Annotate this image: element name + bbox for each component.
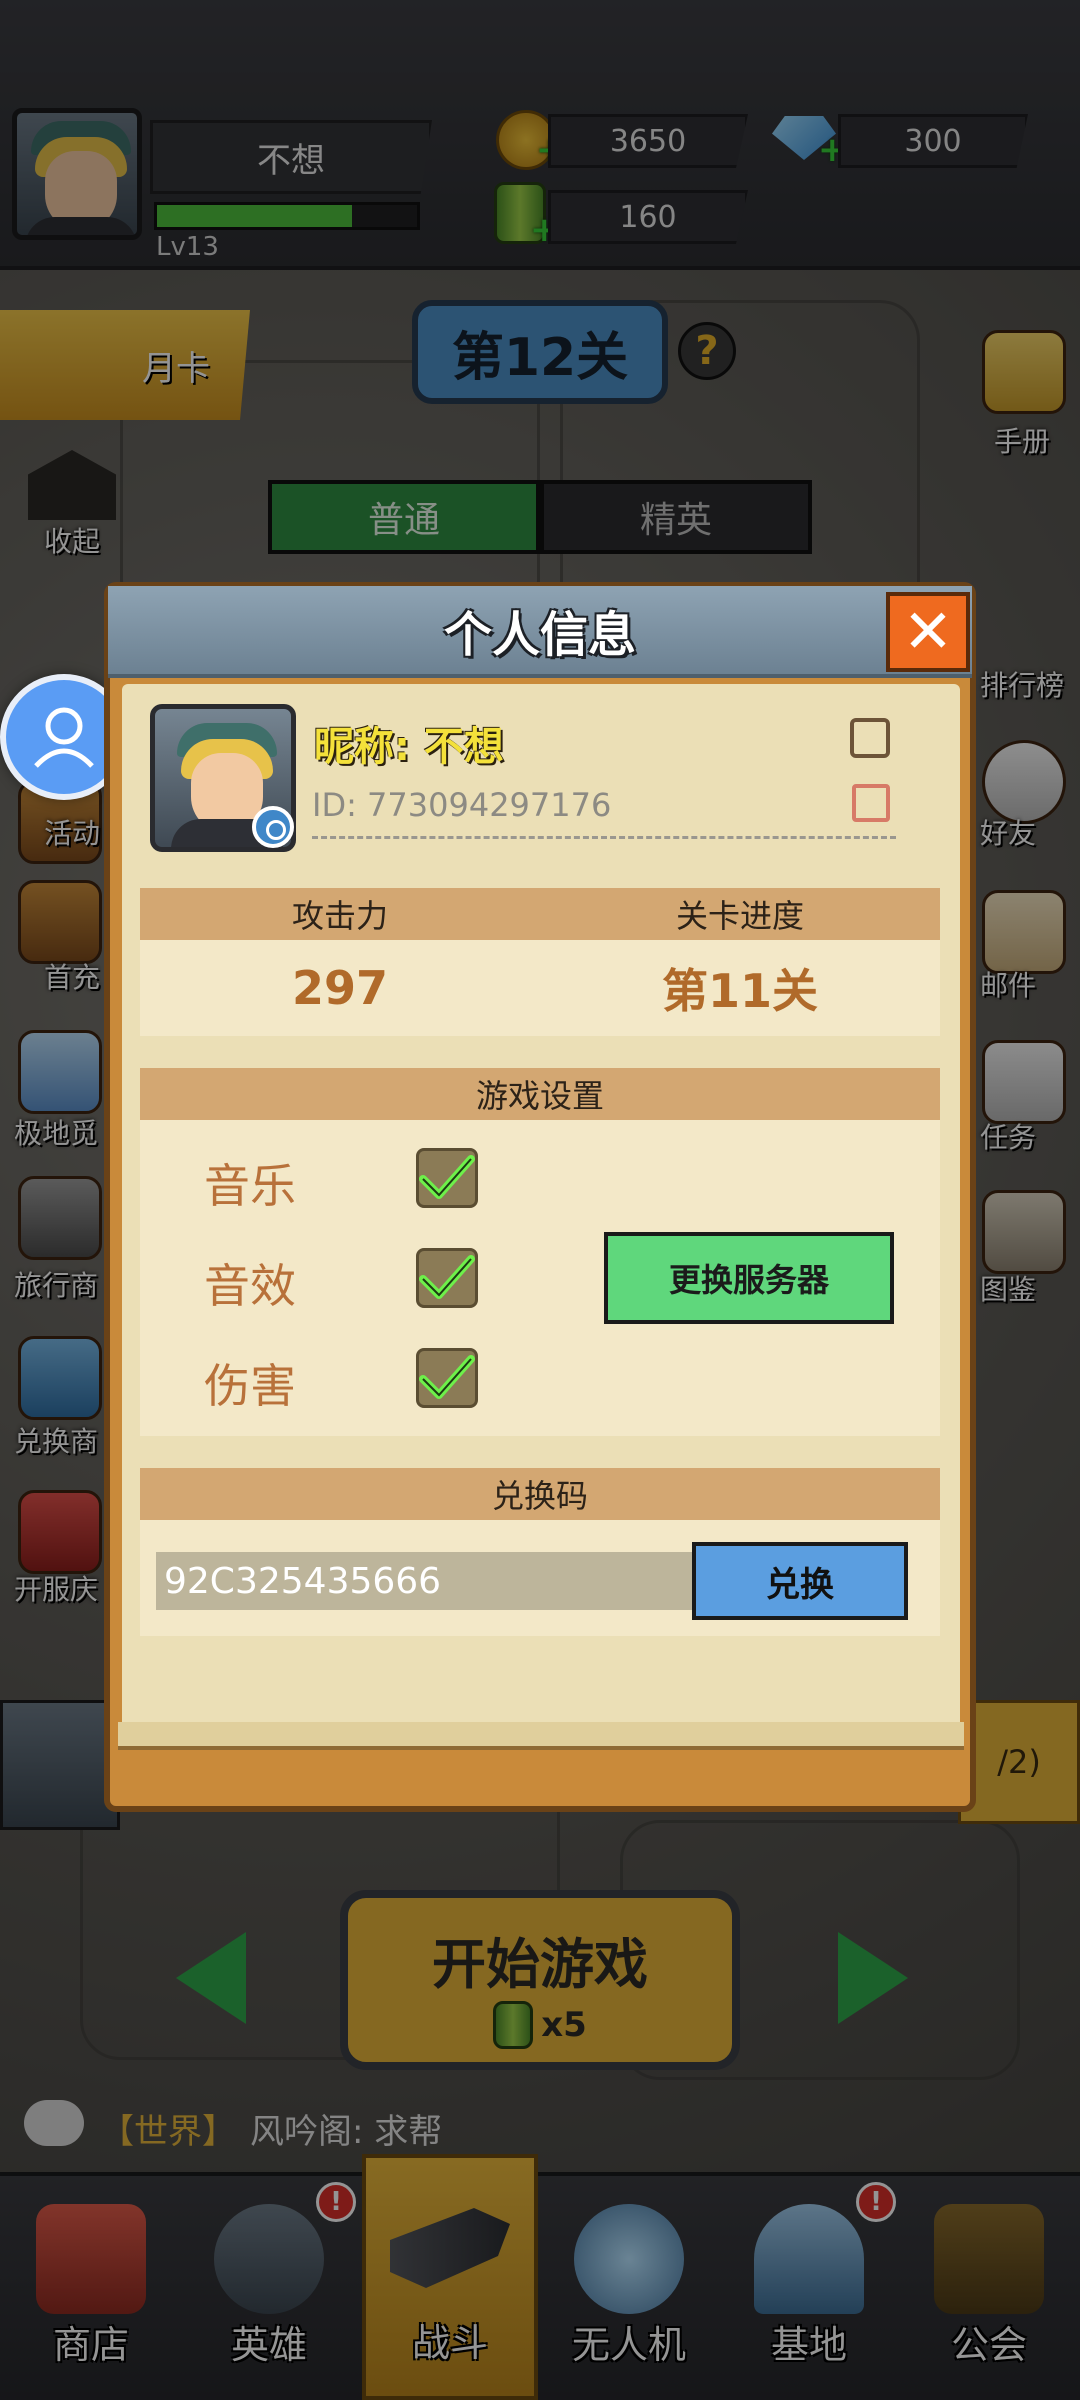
- check-icon: [419, 1355, 475, 1399]
- change-server-button[interactable]: 更换服务器: [604, 1232, 894, 1324]
- damage-checkbox[interactable]: [416, 1348, 478, 1408]
- redeem-header: 兑换码: [140, 1468, 940, 1520]
- nickname: 昵称: 不想: [314, 724, 504, 770]
- check-icon: [419, 1255, 475, 1299]
- attack-value: 297: [291, 961, 389, 1015]
- stats-header: 攻击力 关卡进度: [140, 888, 940, 940]
- edit-nickname-icon[interactable]: [850, 718, 890, 758]
- avatar-settings-gear-icon[interactable]: [252, 806, 294, 848]
- player-id: ID: 773094297176: [312, 786, 612, 824]
- progress-label: 关卡进度: [675, 897, 804, 935]
- check-icon: [419, 1155, 475, 1199]
- attack-label: 攻击力: [291, 897, 388, 935]
- close-button[interactable]: ✕: [886, 592, 970, 672]
- music-label: 音乐: [204, 1159, 296, 1213]
- dialog-header: 个人信息: [108, 586, 972, 678]
- id-underline: [312, 836, 896, 839]
- copy-id-icon[interactable]: [852, 784, 890, 822]
- damage-label: 伤害: [204, 1359, 296, 1413]
- redeem-button[interactable]: 兑换: [692, 1542, 908, 1620]
- sound-effects-checkbox[interactable]: [416, 1248, 478, 1308]
- redeem-code-input[interactable]: 92C325435666: [156, 1552, 696, 1610]
- progress-value: 第11关: [661, 964, 818, 1018]
- dialog-title: 个人信息: [443, 607, 636, 663]
- music-checkbox[interactable]: [416, 1148, 478, 1208]
- sound-effects-label: 音效: [204, 1259, 296, 1313]
- stats-body: 297 第11关: [140, 940, 940, 1036]
- settings-header: 游戏设置: [140, 1068, 940, 1120]
- dialog-paper-edge: [118, 1722, 964, 1750]
